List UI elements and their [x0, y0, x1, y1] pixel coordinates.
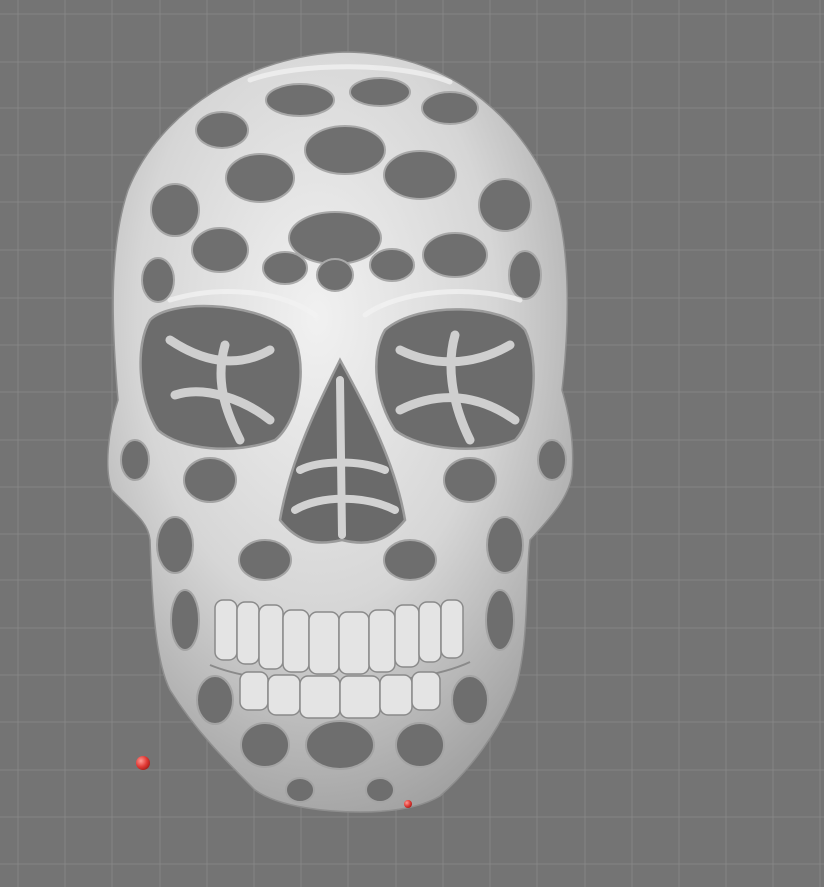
3d-viewport[interactable] [0, 0, 824, 887]
teeth [209, 599, 471, 719]
point-marker-left[interactable] [136, 756, 150, 770]
viewport-canvas[interactable] [0, 0, 824, 887]
skull-model[interactable] [107, 51, 574, 813]
point-marker-chin[interactable] [404, 800, 412, 808]
